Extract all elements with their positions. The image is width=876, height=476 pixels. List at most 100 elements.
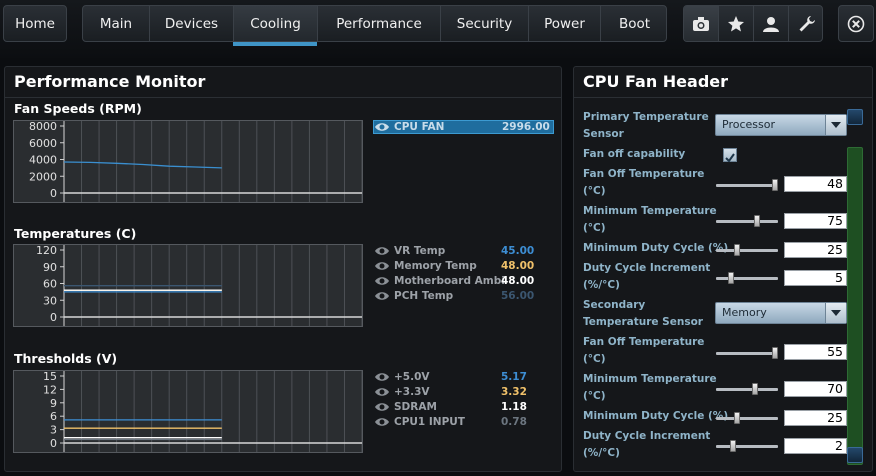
camera-icon xyxy=(693,16,709,31)
primary-sensor-dropdown[interactable]: Processor xyxy=(715,114,847,136)
legend-label: CPU1 INPUT xyxy=(394,416,465,428)
label-line: Fan Off Temperature xyxy=(583,336,705,348)
eye-icon xyxy=(375,277,389,285)
y-tick-label: 120 xyxy=(36,245,57,257)
legend-item[interactable]: Motherboard Ambi xyxy=(374,274,505,288)
secondary-duty-inc-slider[interactable] xyxy=(716,438,778,454)
legend-item[interactable]: SDRAM xyxy=(374,400,437,414)
panel-title: CPU Fan Header xyxy=(583,72,729,91)
chevron-down-icon xyxy=(831,122,841,128)
tab-security[interactable]: Security xyxy=(441,6,529,41)
secondary-min-temp-slider[interactable] xyxy=(716,381,778,397)
divider xyxy=(5,97,561,98)
y-tick-label: 0 xyxy=(50,187,57,200)
legend-label: SDRAM xyxy=(394,401,437,413)
tab-cooling[interactable]: Cooling xyxy=(234,6,318,41)
slider-thumb[interactable] xyxy=(772,347,778,359)
secondary-sensor-dropdown[interactable]: Memory xyxy=(715,302,847,324)
tab-main[interactable]: Main xyxy=(83,6,150,41)
legend-item[interactable]: +3.3V xyxy=(374,385,430,399)
label-line: Secondary xyxy=(583,299,646,311)
primary-min-temp-input[interactable]: 75 xyxy=(784,213,847,229)
tab-devices[interactable]: Devices xyxy=(150,6,234,41)
scroll-up-button[interactable] xyxy=(847,109,863,125)
label-line: (°C) xyxy=(583,222,606,234)
legend-label: Motherboard Ambi xyxy=(394,275,505,287)
tool-icon-bar xyxy=(683,5,823,42)
slider-thumb[interactable] xyxy=(734,244,740,256)
primary-duty-inc-input[interactable]: 5 xyxy=(784,270,847,286)
secondary-fan-off-temp-slider[interactable] xyxy=(716,345,778,361)
secondary-duty-inc-input[interactable]: 2 xyxy=(784,438,847,454)
tools-button[interactable] xyxy=(789,6,822,41)
screenshot-button[interactable] xyxy=(684,6,719,41)
slider-track xyxy=(716,220,778,223)
label-line: Minimum Temperature xyxy=(583,205,717,217)
legend-label: CPU FAN xyxy=(394,121,445,133)
dropdown-arrow[interactable] xyxy=(825,303,846,323)
scroll-down-button[interactable] xyxy=(847,447,863,463)
thresholds-title: Thresholds (V) xyxy=(14,351,118,366)
slider-thumb[interactable] xyxy=(730,440,736,452)
checkmark-icon xyxy=(725,153,735,163)
secondary-min-duty-slider[interactable] xyxy=(716,410,778,426)
legend-item[interactable]: Memory Temp xyxy=(374,259,477,273)
y-tick-label: 6000 xyxy=(29,137,57,150)
legend-item[interactable]: CPU FAN xyxy=(374,120,444,134)
primary-duty-inc-label: Duty Cycle Increment (%/°C) xyxy=(583,260,710,294)
slider-thumb[interactable] xyxy=(728,272,734,284)
label-line: (°C) xyxy=(583,390,606,402)
tab-bar: Main Devices Cooling Performance Securit… xyxy=(82,5,667,42)
eye-icon xyxy=(375,262,389,270)
eye-icon xyxy=(375,418,389,426)
chevron-down-icon xyxy=(831,310,841,316)
dropdown-arrow[interactable] xyxy=(825,115,846,135)
legend-item[interactable]: PCH Temp xyxy=(374,289,453,303)
secondary-min-duty-label: Minimum Duty Cycle (%) xyxy=(583,410,729,422)
legend-item[interactable]: +5.0V xyxy=(374,370,430,384)
legend-label: +3.3V xyxy=(394,386,430,398)
primary-duty-inc-slider[interactable] xyxy=(716,270,778,286)
tab-power[interactable]: Power xyxy=(529,6,601,41)
divider xyxy=(574,97,872,98)
label-line: Minimum Temperature xyxy=(583,373,717,385)
eye-icon xyxy=(375,373,389,381)
y-tick-label: 6 xyxy=(50,410,57,423)
y-tick-label: 90 xyxy=(43,261,57,274)
slider-thumb[interactable] xyxy=(734,412,740,424)
fan-speeds-title: Fan Speeds (RPM) xyxy=(14,101,142,116)
legend-value: 3.32 xyxy=(501,386,527,398)
secondary-fan-off-temp-input[interactable]: 55 xyxy=(784,344,847,360)
primary-fan-off-temp-slider[interactable] xyxy=(716,177,778,193)
secondary-min-duty-input[interactable]: 25 xyxy=(784,410,847,426)
primary-min-duty-input[interactable]: 25 xyxy=(784,242,847,258)
secondary-min-temp-input[interactable]: 70 xyxy=(784,381,847,397)
primary-min-duty-slider[interactable] xyxy=(716,242,778,258)
label-line: (%/°C) xyxy=(583,279,620,291)
dropdown-value: Memory xyxy=(722,306,767,319)
legend-label: +5.0V xyxy=(394,371,430,383)
primary-min-duty-label: Minimum Duty Cycle (%) xyxy=(583,242,729,254)
slider-thumb[interactable] xyxy=(772,179,778,191)
favorites-button[interactable] xyxy=(719,6,754,41)
slider-thumb[interactable] xyxy=(752,383,758,395)
tab-performance[interactable]: Performance xyxy=(318,6,441,41)
primary-min-temp-slider[interactable] xyxy=(716,213,778,229)
y-tick-label: 2000 xyxy=(29,170,57,183)
tab-boot[interactable]: Boot xyxy=(601,6,666,41)
fan-off-checkbox[interactable] xyxy=(723,148,737,163)
legend-item[interactable]: VR Temp xyxy=(374,244,445,258)
scrollbar-track[interactable] xyxy=(847,147,863,465)
y-tick-label: 8000 xyxy=(29,121,57,133)
legend-value: 5.17 xyxy=(501,371,527,383)
primary-fan-off-temp-input[interactable]: 48 xyxy=(784,176,847,192)
slider-track xyxy=(716,445,778,448)
user-button[interactable] xyxy=(754,6,789,41)
home-button[interactable]: Home xyxy=(3,5,67,42)
close-button[interactable] xyxy=(838,5,874,42)
slider-thumb[interactable] xyxy=(754,215,760,227)
legend-label: PCH Temp xyxy=(394,290,454,302)
legend-item[interactable]: CPU1 INPUT xyxy=(374,415,465,429)
primary-fan-off-temp-label: Fan Off Temperature (°C) xyxy=(583,166,704,200)
slider-track xyxy=(716,277,778,280)
